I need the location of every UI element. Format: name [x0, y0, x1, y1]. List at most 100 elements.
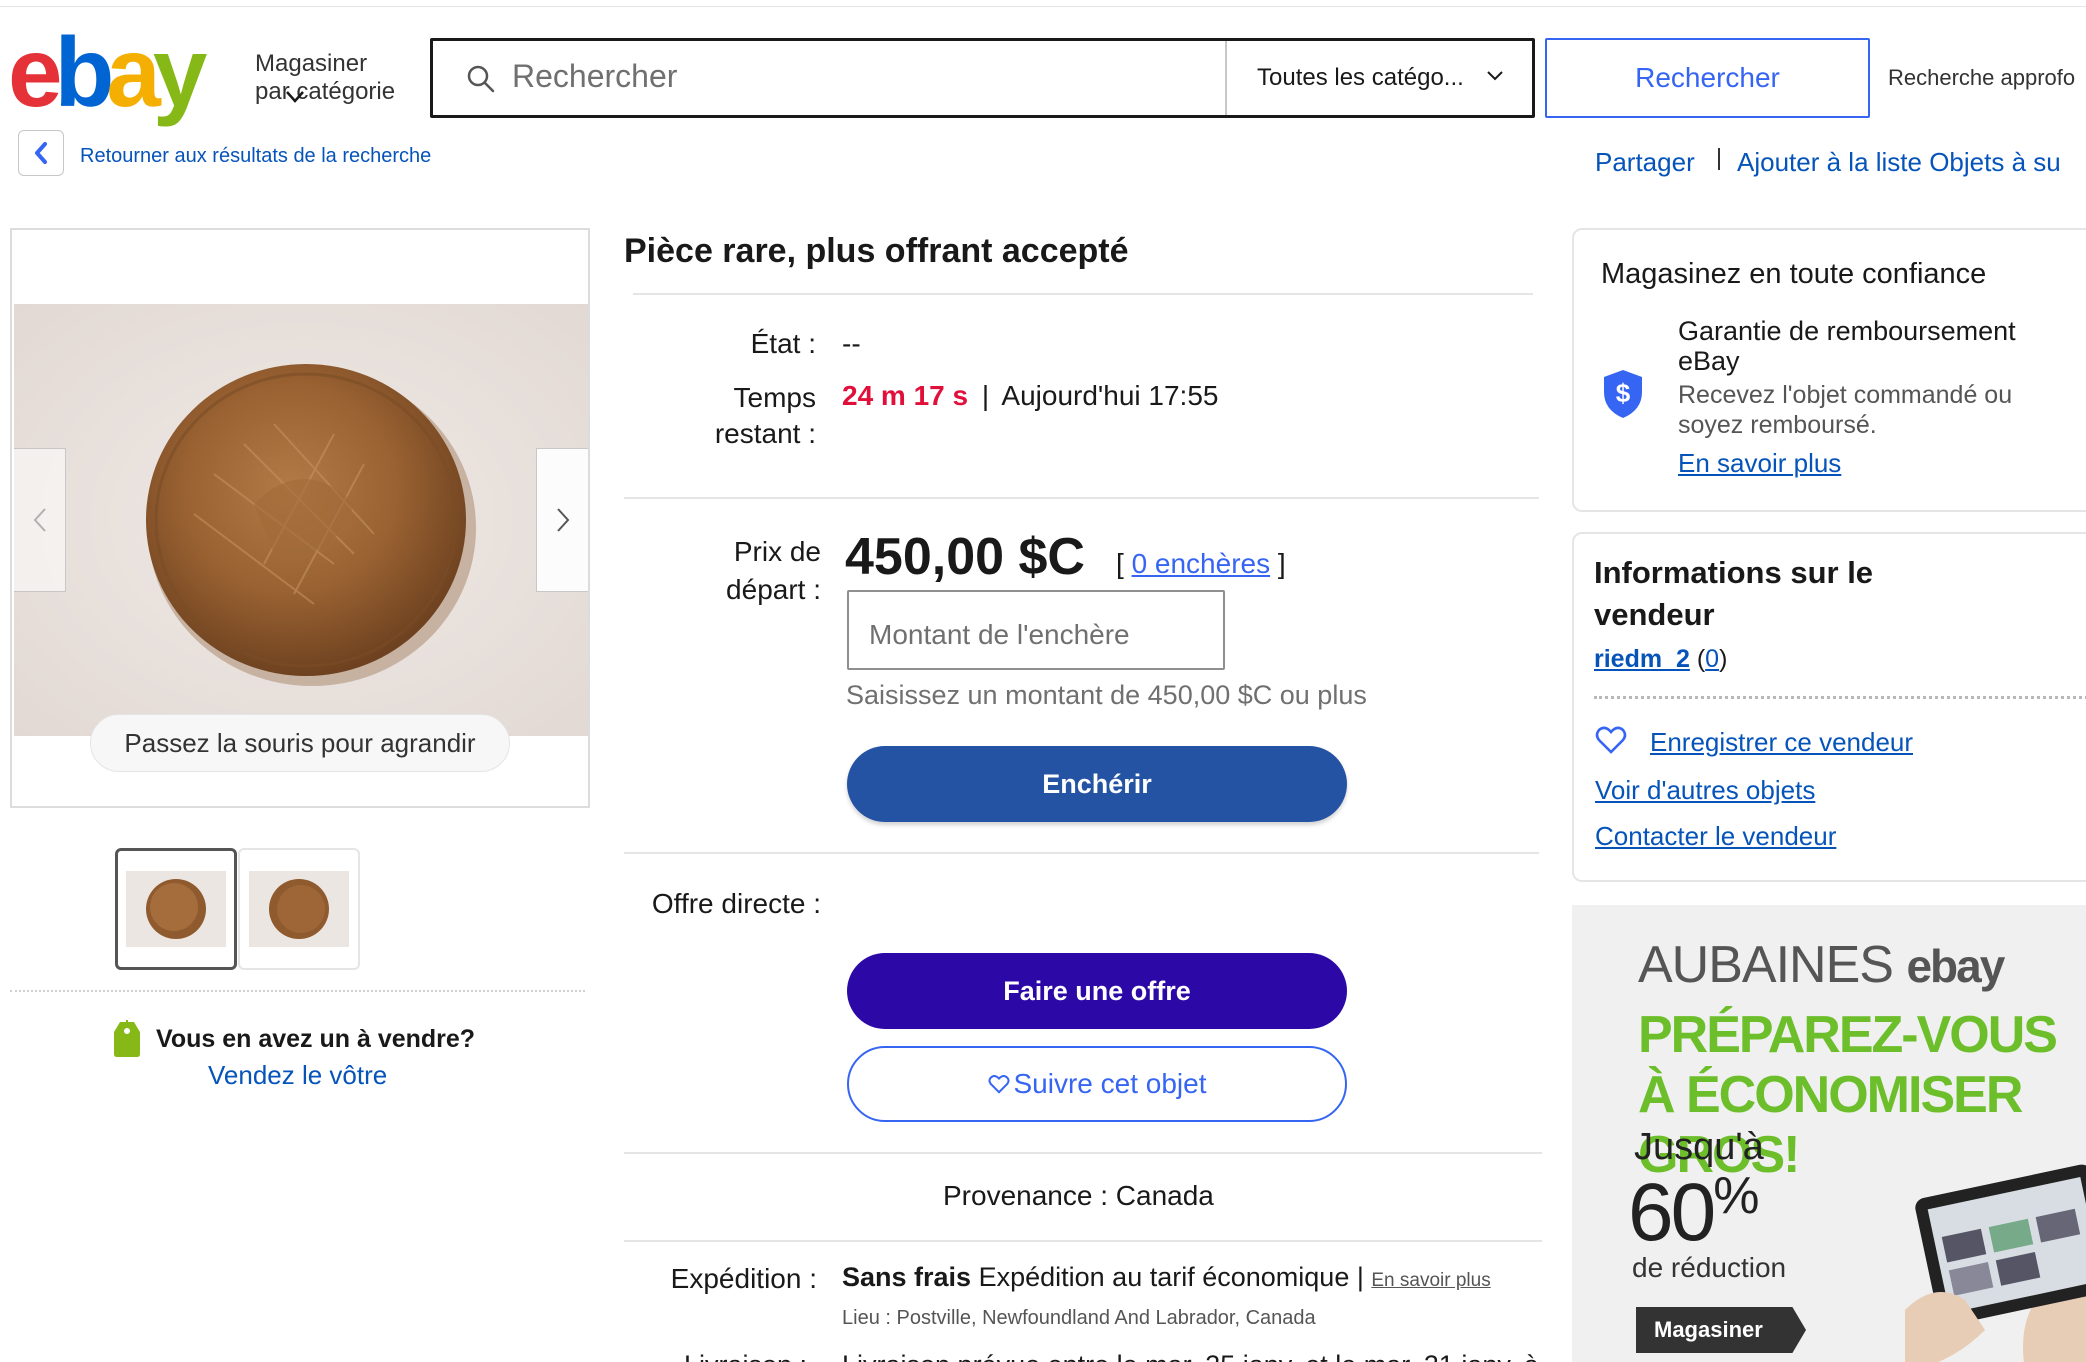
search-button[interactable]: Rechercher — [1545, 38, 1870, 118]
ad-discount: 60% — [1628, 1166, 1759, 1260]
item-location: Lieu : Postville, Newfoundland And Labra… — [842, 1307, 1316, 1329]
next-image-button[interactable] — [536, 448, 588, 592]
countdown: 24 m 17 s — [842, 380, 969, 411]
divider — [1594, 696, 2086, 699]
ebay-logo[interactable]: ebay — [8, 28, 238, 128]
seller-username-link[interactable]: riedm_2 — [1594, 645, 1690, 673]
paren: ( — [1696, 645, 1706, 673]
paren: ) — [1719, 645, 1728, 673]
image-gallery: Passez la souris pour agrandir — [10, 228, 590, 808]
top-border — [0, 6, 2086, 7]
bid-hint: Saisissez un montant de 450,00 $C ou plu… — [846, 680, 1367, 710]
separator: | — [981, 380, 990, 411]
chevron-down-icon — [1487, 71, 1503, 81]
thumbnail-image — [249, 871, 349, 947]
condition-label: État : — [750, 328, 816, 359]
shipping-info: Sans frais Expédition au tarif économiqu… — [842, 1262, 1491, 1293]
shop-with-confidence-title: Magasinez en toute confiance — [1601, 258, 1987, 290]
ad-brand-word: AUBAINES — [1638, 936, 1894, 994]
logo-letter-b: b — [55, 28, 111, 127]
delivery-label: Livraison : — [684, 1350, 807, 1362]
shop-by-category[interactable]: Magasiner par catégorie — [255, 50, 405, 106]
coin-image — [14, 304, 588, 736]
ad-up-to: Jusqu'à — [1634, 1126, 1764, 1168]
category-select[interactable]: Toutes les catégo... — [1257, 64, 1464, 92]
chevron-right-icon — [556, 508, 569, 532]
heart-icon — [987, 1075, 1010, 1094]
ad-brand: AUBAINES ebay — [1638, 935, 2005, 995]
main-product-image[interactable] — [14, 304, 588, 736]
save-seller-link[interactable]: Enregistrer ce vendeur — [1650, 727, 1913, 758]
shipping-label: Expédition : — [670, 1263, 817, 1294]
heart-icon — [1595, 726, 1627, 754]
divider — [10, 990, 585, 992]
shipping-learn-more-link[interactable]: En savoir plus — [1371, 1270, 1490, 1291]
tablet-in-hand-image — [1905, 1164, 2086, 1362]
thumbnail-1[interactable] — [115, 848, 237, 970]
bracket: [ — [1116, 548, 1124, 579]
item-origin: Provenance : Canada — [943, 1180, 1214, 1211]
thumbnail-2[interactable] — [238, 848, 360, 970]
add-to-watchlist-link[interactable]: Ajouter à la liste Objets à su — [1737, 147, 2061, 178]
back-button[interactable] — [18, 130, 64, 176]
direct-offer-label: Offre directe : — [651, 888, 821, 919]
divider — [633, 293, 1533, 295]
thumbnail-image — [126, 871, 226, 947]
search-divider — [1225, 41, 1227, 115]
condition-value: -- — [842, 328, 861, 359]
money-back-guarantee-title: Garantie de remboursement eBay — [1678, 316, 2016, 376]
seller-info-title: Informations sur le vendeur — [1594, 555, 1874, 632]
bid-history-link[interactable]: 0 enchères — [1132, 548, 1271, 579]
free-shipping: Sans frais — [842, 1262, 972, 1292]
logo-letter-e: e — [8, 28, 60, 127]
hover-to-zoom-hint: Passez la souris pour agrandir — [90, 714, 510, 772]
chevron-down-icon — [286, 91, 304, 103]
shield-dollar-icon: $ — [1604, 370, 1642, 418]
seller-feedback-link[interactable]: 0 — [1705, 645, 1719, 673]
money-back-guarantee-desc: Recevez l'objet commandé ou soyez rembou… — [1678, 381, 2013, 439]
contact-seller-link[interactable]: Contacter le vendeur — [1595, 821, 1836, 852]
starting-price-label: Prix de départ : — [726, 536, 821, 605]
logo-letter-y: y — [153, 28, 207, 127]
see-other-items-link[interactable]: Voir d'autres objets — [1595, 775, 1815, 806]
logo-letter-e: ebay — [8, 28, 207, 127]
bid-count: [ 0 enchères ] — [1116, 548, 1286, 580]
ad-discount-percent: % — [1713, 1167, 1759, 1225]
end-time: Aujourd'hui 17:55 — [1001, 380, 1219, 411]
search-input[interactable]: Rechercher — [512, 58, 677, 95]
chevron-left-icon — [33, 508, 46, 532]
listing-title: Pièce rare, plus offrant accepté — [624, 232, 1129, 270]
sell-one-question: Vous en avez un à vendre? — [156, 1025, 476, 1053]
ad-discount-number: 60 — [1628, 1167, 1716, 1258]
bracket: ] — [1277, 548, 1286, 579]
sell-yours-link[interactable]: Vendez le vôtre — [208, 1060, 387, 1091]
ad-discount-text: de réduction — [1632, 1252, 1787, 1283]
place-bid-button[interactable]: Enchérir — [847, 746, 1347, 822]
watch-item-label: Suivre cet objet — [1013, 1068, 1207, 1099]
learn-more-link[interactable]: En savoir plus — [1678, 448, 1841, 479]
share-link[interactable]: Partager — [1595, 147, 1695, 178]
advanced-search-link[interactable]: Recherche approfo — [1888, 65, 2075, 91]
chevron-left-icon — [35, 142, 47, 164]
divider — [624, 852, 1539, 854]
previous-image-button[interactable] — [14, 448, 66, 592]
delivery-estimate: Livraison prévue entre le mar. 25 janv. … — [842, 1350, 1539, 1362]
back-to-results-link[interactable]: Retourner aux résultats de la recherche — [80, 145, 431, 168]
bid-amount-input[interactable]: Montant de l'enchère — [847, 590, 1225, 670]
divider — [624, 497, 1539, 499]
ad-shop-button[interactable]: Magasiner — [1636, 1307, 1806, 1353]
separator — [1718, 148, 1720, 170]
price-tag-icon — [114, 1020, 140, 1057]
shipping-method: Expédition au tarif économique | — [978, 1262, 1364, 1292]
time-left: 24 m 17 s | Aujourd'hui 17:55 — [842, 380, 1218, 412]
time-left-label: Temps restant : — [714, 382, 816, 449]
watch-item-button[interactable]: Suivre cet objet — [847, 1046, 1347, 1122]
svg-text:$: $ — [1616, 378, 1631, 408]
divider — [624, 1240, 1542, 1242]
price: 450,00 $C — [845, 528, 1085, 586]
seller-name: riedm_2 (0) — [1594, 645, 1727, 674]
make-offer-button[interactable]: Faire une offre — [847, 953, 1347, 1029]
divider — [624, 1152, 1542, 1154]
search-icon — [467, 65, 495, 93]
ad-ebay-logo: ebay — [1906, 940, 2005, 992]
